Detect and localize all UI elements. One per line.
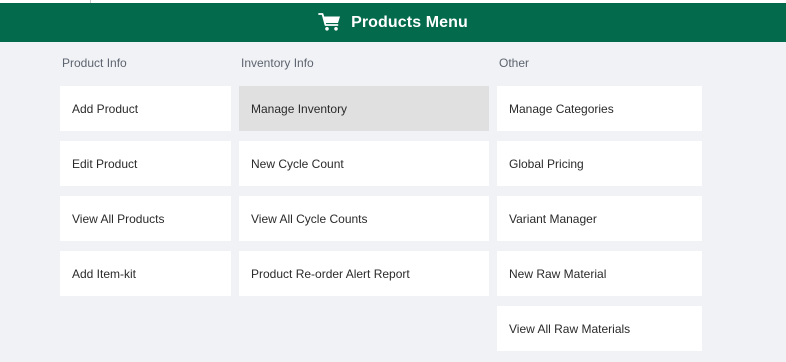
- menu-item-manage-inventory[interactable]: Manage Inventory: [239, 86, 489, 131]
- column-label-other: Other: [499, 56, 530, 70]
- menu-item-view-all-raw-materials[interactable]: View All Raw Materials: [497, 306, 702, 351]
- menu-item-add-item-kit[interactable]: Add Item-kit: [60, 251, 231, 296]
- menu-item-view-all-cycle-counts[interactable]: View All Cycle Counts: [239, 196, 489, 241]
- menu-item-global-pricing[interactable]: Global Pricing: [497, 141, 702, 186]
- column-label-inventory-info: Inventory Info: [241, 56, 314, 70]
- column-label-product-info: Product Info: [62, 56, 127, 70]
- menu-item-edit-product[interactable]: Edit Product: [60, 141, 231, 186]
- menu-item-new-cycle-count[interactable]: New Cycle Count: [239, 141, 489, 186]
- page-title: Products Menu: [351, 13, 468, 31]
- menu-item-manage-categories[interactable]: Manage Categories: [497, 86, 702, 131]
- menu-item-product-reorder-alert-report[interactable]: Product Re-order Alert Report: [239, 251, 489, 296]
- shopping-cart-icon: [318, 12, 341, 31]
- products-menu-header: Products Menu: [0, 3, 786, 42]
- menu-item-variant-manager[interactable]: Variant Manager: [497, 196, 702, 241]
- menu-item-new-raw-material[interactable]: New Raw Material: [497, 251, 702, 296]
- menu-item-view-all-products[interactable]: View All Products: [60, 196, 231, 241]
- menu-item-add-product[interactable]: Add Product: [60, 86, 231, 131]
